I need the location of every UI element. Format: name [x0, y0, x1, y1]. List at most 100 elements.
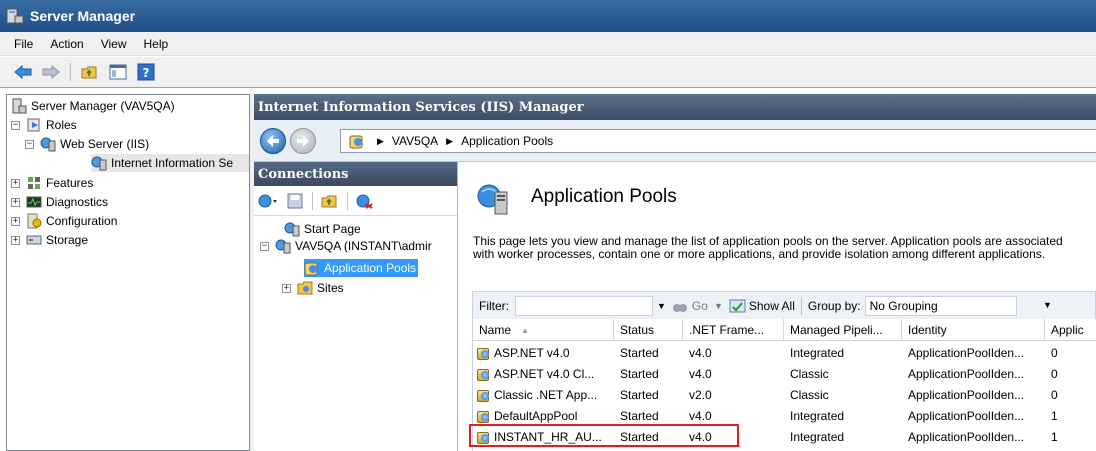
tree-item-diagnostics[interactable]: + Diagnostics: [11, 193, 108, 211]
window-title: Server Manager: [30, 8, 136, 24]
cell-applications: 1: [1051, 408, 1058, 423]
server-manager-tree[interactable]: Server Manager (VAV5QA) − Roles − Web Se…: [6, 94, 250, 451]
expand-toggle[interactable]: +: [11, 197, 20, 207]
column-header-net-framework[interactable]: .NET Frame...: [683, 319, 784, 341]
tree-item-storage[interactable]: + Storage: [11, 231, 88, 249]
table-row[interactable]: DefaultAppPool Started v4.0 Integrated A…: [473, 405, 1096, 426]
tree-item-server[interactable]: − VAV5QA (INSTANT\admir: [260, 237, 432, 255]
up-folder-icon[interactable]: [79, 62, 101, 82]
cell-applications: 1: [1051, 429, 1058, 444]
back-arrow-icon[interactable]: [12, 62, 34, 82]
tree-item-features[interactable]: + Features: [11, 174, 93, 192]
connect-globe-icon[interactable]: [258, 191, 280, 211]
expand-toggle[interactable]: +: [11, 216, 20, 226]
connections-header: Connections: [254, 162, 457, 186]
tree-item-web-server[interactable]: − Web Server (IIS): [25, 135, 149, 153]
grid-header: Name ▲ Status .NET Frame... Managed Pipe…: [473, 319, 1096, 341]
cell-net-version: v2.0: [689, 387, 712, 402]
tree-item-application-pools[interactable]: Application Pools: [304, 259, 419, 277]
cell-name: ASP.NET v4.0: [494, 345, 570, 360]
tree-item-server-manager[interactable]: Server Manager (VAV5QA): [11, 97, 175, 115]
back-arrow-icon: [267, 135, 279, 147]
expand-toggle[interactable]: +: [282, 283, 291, 293]
cell-status: Started: [620, 345, 659, 360]
cell-net-version: v4.0: [689, 345, 712, 360]
tree-label: Internet Information Se: [111, 156, 234, 170]
expand-toggle[interactable]: +: [11, 178, 20, 188]
page-title: Application Pools: [531, 186, 677, 207]
connections-pane: Connections Start Page − VAV5QA (INSTANT…: [254, 162, 458, 451]
server-manager-icon: [11, 98, 27, 114]
app-pools-large-icon: [475, 182, 511, 221]
table-row[interactable]: ASP.NET v4.0 Cl... Started v4.0 Classic …: [473, 363, 1096, 384]
save-icon[interactable]: [284, 191, 306, 211]
breadcrumb-arrow-icon: ▶: [446, 135, 454, 146]
menu-help[interactable]: Help: [144, 37, 169, 51]
column-header-name[interactable]: Name ▲: [473, 319, 614, 341]
group-by-dropdown-icon[interactable]: ▼: [1043, 300, 1052, 310]
menu-view[interactable]: View: [101, 37, 127, 51]
column-header-identity[interactable]: Identity: [902, 319, 1045, 341]
column-header-status[interactable]: Status: [614, 319, 683, 341]
up-folder-icon[interactable]: [319, 191, 341, 211]
forward-button[interactable]: [290, 128, 316, 154]
breadcrumb-app-pools[interactable]: Application Pools: [461, 134, 553, 148]
breadcrumb[interactable]: ▶ VAV5QA ▶ Application Pools: [340, 129, 1096, 153]
address-bar: ▶ VAV5QA ▶ Application Pools: [254, 120, 1096, 162]
table-row[interactable]: Classic .NET App... Started v2.0 Classic…: [473, 384, 1096, 405]
app-pool-icon: [476, 387, 492, 403]
collapse-toggle[interactable]: −: [25, 139, 34, 149]
group-by-select[interactable]: No Grouping: [864, 295, 1017, 316]
iis-manager-icon: [91, 155, 107, 171]
tree-label: Sites: [317, 281, 344, 295]
toolbar-separator: [347, 191, 348, 210]
tree-label: Start Page: [304, 222, 361, 236]
app-pool-icon: [476, 366, 492, 382]
menu-action[interactable]: Action: [50, 37, 83, 51]
breadcrumb-server[interactable]: VAV5QA: [392, 134, 438, 148]
cell-identity: ApplicationPoolIden...: [908, 345, 1025, 360]
show-all-button[interactable]: Show All: [749, 299, 795, 313]
show-hide-tree-icon[interactable]: [107, 62, 129, 82]
forward-arrow-icon[interactable]: [40, 62, 62, 82]
toolbar-separator: [70, 63, 71, 81]
tree-label: Features: [46, 176, 94, 190]
menu-file[interactable]: File: [14, 37, 33, 51]
app-pools-icon: [349, 133, 365, 149]
back-button[interactable]: [260, 128, 286, 154]
toolbar-separator: [800, 296, 802, 315]
collapse-toggle[interactable]: −: [260, 241, 269, 251]
breadcrumb-arrow-icon: ▶: [377, 135, 384, 146]
cell-identity: ApplicationPoolIden...: [908, 366, 1025, 381]
diagnostics-icon: [26, 194, 42, 210]
tree-item-configuration[interactable]: + Configuration: [11, 212, 117, 230]
tree-item-roles[interactable]: − Roles: [11, 116, 77, 134]
filter-dropdown-icon[interactable]: ▼: [657, 301, 666, 311]
storage-icon: [26, 232, 42, 248]
toolbar-separator: [312, 191, 313, 210]
disconnect-icon[interactable]: [354, 191, 376, 211]
connections-tree[interactable]: Start Page − VAV5QA (INSTANT\admir Appli…: [254, 216, 457, 451]
filter-input[interactable]: [515, 295, 653, 316]
tree-item-start-page[interactable]: Start Page: [284, 220, 361, 238]
cell-pipeline: Integrated: [790, 429, 845, 444]
table-row[interactable]: ASP.NET v4.0 Started v4.0 Integrated App…: [473, 342, 1096, 363]
tree-item-iis-manager[interactable]: Internet Information Se: [91, 154, 249, 172]
go-dropdown-icon[interactable]: ▼: [714, 301, 723, 311]
filter-bar: Filter: ▼ Go ▼ Show All Group by: No Gro…: [472, 291, 1096, 319]
filter-label: Filter:: [479, 298, 509, 313]
go-button[interactable]: Go: [692, 299, 708, 313]
help-icon[interactable]: ?: [135, 62, 157, 82]
cell-identity: ApplicationPoolIden...: [908, 429, 1025, 444]
cell-status: Started: [620, 366, 659, 381]
collapse-toggle[interactable]: −: [11, 120, 20, 130]
tree-item-sites[interactable]: + Sites: [282, 279, 344, 297]
column-header-applications[interactable]: Applic: [1045, 319, 1096, 341]
cell-status: Started: [620, 387, 659, 402]
tree-label: Web Server (IIS): [60, 137, 150, 151]
cell-status: Started: [620, 408, 659, 423]
iis-manager-header: Internet Information Services (IIS) Mana…: [254, 94, 1096, 120]
column-header-pipeline[interactable]: Managed Pipeli...: [784, 319, 902, 341]
cell-pipeline: Integrated: [790, 345, 845, 360]
expand-toggle[interactable]: +: [11, 235, 20, 245]
